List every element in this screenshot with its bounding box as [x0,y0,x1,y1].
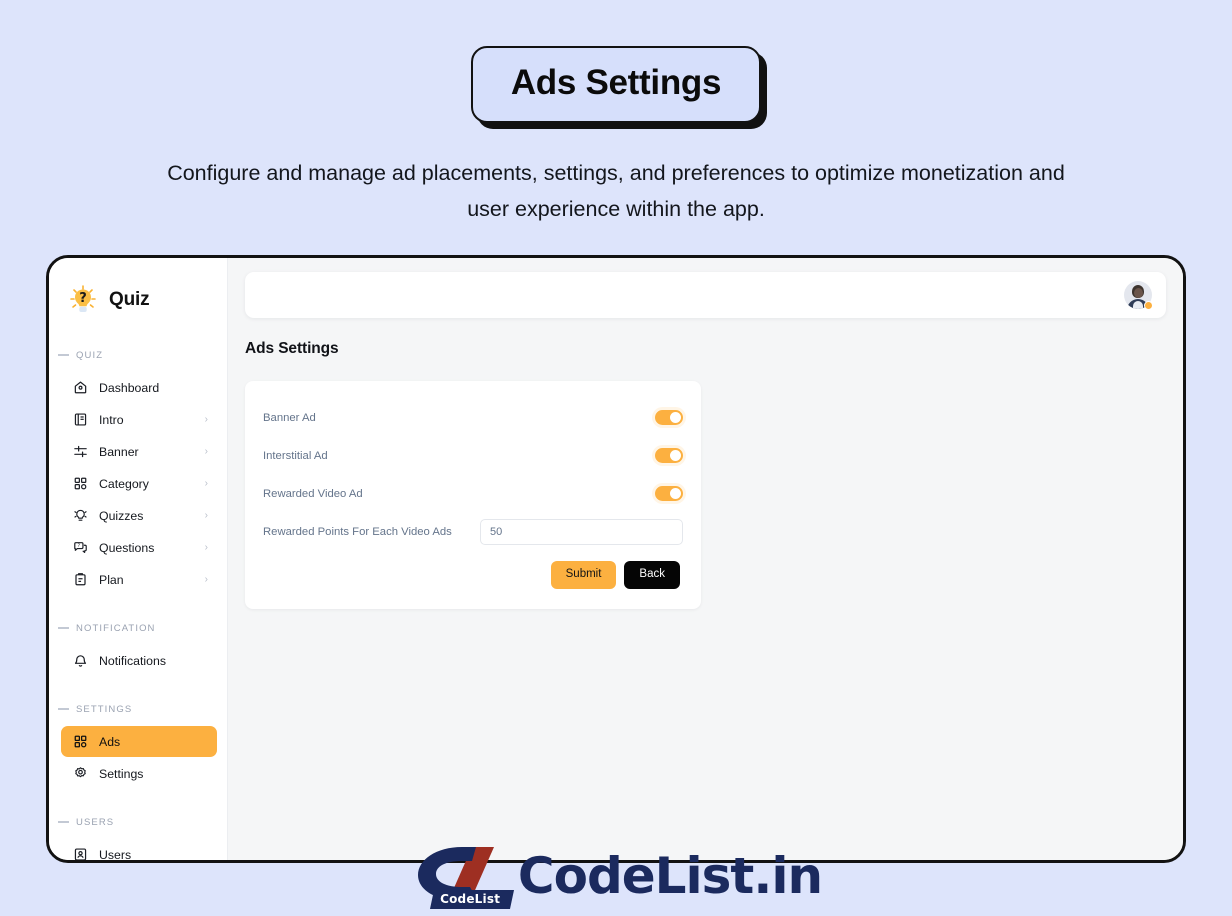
setting-label: Rewarded Points For Each Video Ads [263,526,452,538]
gear-icon [72,766,88,782]
form-actions: Submit Back [263,561,683,589]
setting-label: Interstitial Ad [263,449,328,462]
section-dash [58,821,69,823]
sidebar-item-intro[interactable]: Intro › [61,404,217,435]
ads-settings-card: Banner Ad Interstitial Ad Rewarded Video… [245,381,701,609]
chat-question-icon: ? [72,540,88,556]
section-label-text: USERS [76,816,115,828]
section-label-text: QUIZ [76,349,104,361]
chevron-right-icon: › [204,445,208,457]
sidebar-item-questions[interactable]: ? Questions › [61,532,217,563]
page-title-badge: Ads Settings [470,46,762,123]
section-dash [58,708,69,710]
book-icon [72,412,88,428]
brand-logo[interactable]: ? Quiz [49,272,227,322]
sidebar-item-label: Banner [99,444,139,459]
top-bar [245,272,1166,318]
sidebar-item-label: Intro [99,412,124,427]
rewarded-points-input[interactable] [480,519,683,545]
sidebar-item-label: Users [99,847,132,862]
sliders-icon [72,444,88,460]
lightbulb-question-icon: ? [66,283,100,317]
banner-ad-toggle[interactable] [655,410,683,425]
chevron-right-icon: › [204,541,208,553]
sidebar-section-users: USERS [49,815,227,829]
brand-name: Quiz [109,289,150,310]
section-dash [58,627,69,629]
sidebar-item-notifications[interactable]: Notifications [61,645,217,676]
setting-label: Rewarded Video Ad [263,487,363,500]
page-title: Ads Settings [510,63,722,102]
svg-text:?: ? [79,291,87,306]
sidebar-item-quizzes[interactable]: Quizzes › [61,500,217,531]
sidebar-item-label: Dashboard [99,380,160,395]
sidebar-item-label: Plan [99,572,124,587]
user-badge-icon [72,847,88,860]
sidebar-item-users[interactable]: Users [61,839,217,862]
chevron-right-icon: › [204,477,208,489]
sidebar-section-settings: SETTINGS [49,702,227,716]
home-icon [72,380,88,396]
section-label-text: SETTINGS [76,703,133,715]
section-label-text: NOTIFICATION [76,622,156,634]
content-page-title: Ads Settings [245,340,339,357]
avatar[interactable] [1124,281,1153,310]
codelist-badge: CodeList [429,890,514,909]
toggle-knob [670,450,681,461]
grid-icon [72,734,88,750]
avatar-face [1134,288,1143,298]
sidebar-item-label: Category [99,476,149,491]
bell-icon [72,653,88,669]
lightbulb-icon [72,508,88,524]
app-window-frame: ? Quiz QUIZ Dashboard Intro › Banner › C… [46,255,1186,863]
sidebar-section-notification: NOTIFICATION [49,621,227,635]
sidebar-item-ads[interactable]: Ads [61,726,217,757]
main-content: Ads Settings Banner Ad Interstitial Ad R… [228,258,1183,860]
setting-row-rewarded-video-ad: Rewarded Video Ad [263,479,683,508]
sidebar-item-category[interactable]: Category › [61,468,217,499]
setting-label: Banner Ad [263,411,316,424]
sidebar-item-settings[interactable]: Settings [61,758,217,789]
codelist-badge-text: CodeList [440,892,501,906]
sidebar-item-dashboard[interactable]: Dashboard [61,372,217,403]
setting-row-banner-ad: Banner Ad [263,403,683,432]
sidebar-item-plan[interactable]: Plan › [61,564,217,595]
submit-button[interactable]: Submit [550,561,617,589]
interstitial-ad-toggle[interactable] [655,448,683,463]
grid-icon [72,476,88,492]
sidebar-item-label: Settings [99,766,144,781]
sidebar-item-label: Questions [99,540,155,555]
sidebar-item-banner[interactable]: Banner › [61,436,217,467]
sidebar: ? Quiz QUIZ Dashboard Intro › Banner › C… [49,258,228,860]
hero-section: Ads Settings Configure and manage ad pla… [0,0,1232,227]
toggle-knob [670,412,681,423]
setting-row-rewarded-points: Rewarded Points For Each Video Ads [263,517,683,547]
toggle-knob [670,488,681,499]
sidebar-item-label: Notifications [99,653,166,668]
rewarded-video-ad-toggle[interactable] [655,486,683,501]
chevron-right-icon: › [204,509,208,521]
chevron-right-icon: › [204,413,208,425]
setting-row-interstitial-ad: Interstitial Ad [263,441,683,470]
chevron-right-icon: › [204,573,208,585]
page-subtitle: Configure and manage ad placements, sett… [167,160,1065,221]
sidebar-section-quiz: QUIZ [49,348,227,362]
sidebar-item-label: Ads [99,734,121,749]
avatar-shirt [1133,301,1143,309]
clipboard-icon [72,572,88,588]
section-dash [58,354,69,356]
back-button[interactable]: Back [624,561,680,589]
status-badge [1144,301,1153,310]
sidebar-item-label: Quizzes [99,508,144,523]
